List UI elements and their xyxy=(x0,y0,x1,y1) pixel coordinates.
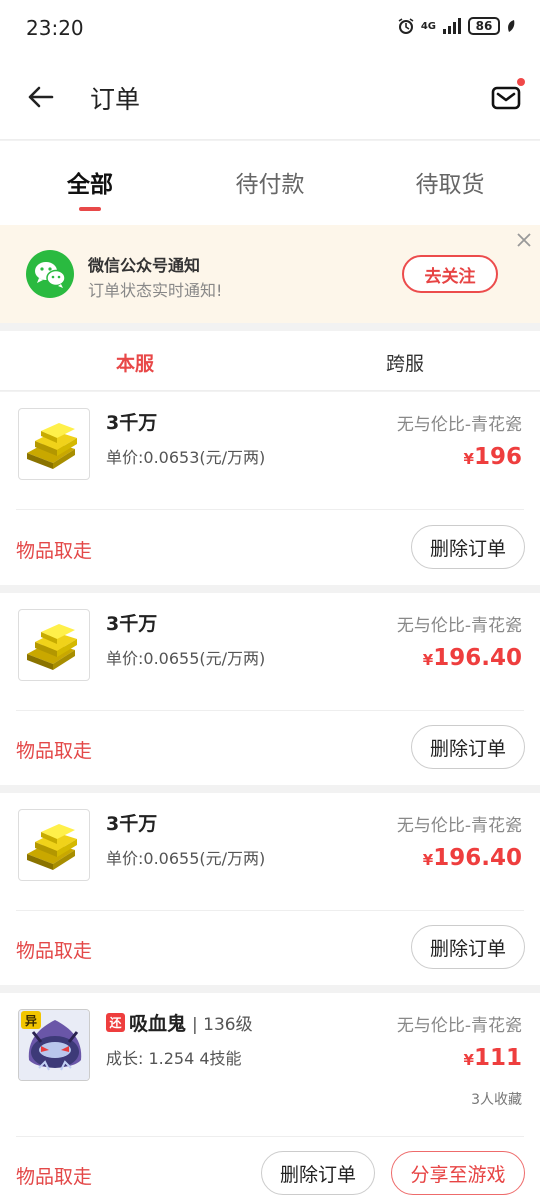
order-card: 3千万 单价:0.0655(元/万两) 无与伦比-青花瓷 ¥196.40 物品取… xyxy=(0,793,540,985)
server-name: 无与伦比-青花瓷 xyxy=(396,816,522,836)
order-card: 3千万 单价:0.0655(元/万两) 无与伦比-青花瓷 ¥196.40 物品取… xyxy=(0,593,540,785)
currency-symbol: ¥ xyxy=(463,450,474,468)
server-name: 无与伦比-青花瓷 xyxy=(396,616,522,636)
order-status: 物品取走 xyxy=(16,740,93,762)
order-status: 物品取走 xyxy=(16,540,93,562)
pet-name-row: 还 吸血鬼 | 136级 xyxy=(106,1009,253,1036)
favorites-count: 3人收藏 xyxy=(471,1092,522,1108)
divider xyxy=(16,1136,524,1137)
order-status: 物品取走 xyxy=(16,940,93,962)
follow-button[interactable]: 去关注 xyxy=(402,255,498,293)
order-price: ¥196 xyxy=(464,444,522,470)
notice-title: 微信公众号通知 xyxy=(88,256,201,275)
item-name: 3千万 xyxy=(106,813,158,835)
price-value: 111 xyxy=(473,1045,522,1071)
unit-price: 单价:0.0655(元/万两) xyxy=(106,649,266,668)
share-to-game-button[interactable]: 分享至游戏 xyxy=(391,1151,525,1195)
pet-growth: 成长: 1.254 4技能 xyxy=(106,1049,242,1068)
status-icons: 4G 86 xyxy=(397,17,516,35)
price-value: 196.40 xyxy=(433,645,522,671)
leaf-icon xyxy=(508,20,515,32)
order-card: 3千万 单价:0.0653(元/万两) 无与伦比-青花瓷 ¥196 物品取走 删… xyxy=(0,392,540,585)
gold-bars-image xyxy=(18,609,90,681)
tab-local-server[interactable]: 本服 xyxy=(0,331,270,390)
unit-price: 单价:0.0655(元/万两) xyxy=(106,849,266,868)
tab-cross-server[interactable]: 跨服 xyxy=(270,331,540,390)
unit-price: 单价:0.0653(元/万两) xyxy=(106,448,266,467)
price-value: 196.40 xyxy=(433,845,522,871)
server-name: 无与伦比-青花瓷 xyxy=(396,1016,522,1036)
vampire-pet-image: 异 xyxy=(18,1009,90,1081)
item-name: 吸血鬼 xyxy=(129,1013,187,1035)
wechat-notice-banner: 微信公众号通知 订单状态实时通知! 去关注 xyxy=(0,225,540,323)
tab-pending-pickup[interactable]: 待取货 xyxy=(360,141,540,225)
order-price: ¥111 xyxy=(464,1045,522,1071)
divider xyxy=(16,509,524,510)
order-card: 异 还 吸血鬼 | 136级 成长: 1.254 4技能 无与伦比-青花瓷 ¥1… xyxy=(0,993,540,1200)
item-name: 3千万 xyxy=(106,613,158,635)
battery-indicator: 86 xyxy=(468,17,500,35)
divider xyxy=(16,910,524,911)
unread-dot xyxy=(517,78,525,86)
page-title: 订单 xyxy=(90,85,141,114)
status-time: 23:20 xyxy=(26,16,84,40)
message-button[interactable] xyxy=(490,78,525,114)
signal-icon xyxy=(443,18,461,34)
tab-all[interactable]: 全部 xyxy=(0,141,180,225)
delete-order-button[interactable]: 删除订单 xyxy=(411,925,525,969)
delete-order-button[interactable]: 删除订单 xyxy=(261,1151,375,1195)
alarm-icon xyxy=(398,18,414,34)
currency-symbol: ¥ xyxy=(422,651,434,669)
order-status: 物品取走 xyxy=(16,1166,93,1188)
currency-symbol: ¥ xyxy=(422,851,434,869)
app-header: 订单 xyxy=(0,58,540,140)
order-price: ¥196.40 xyxy=(423,845,522,871)
network-label: 4G xyxy=(420,20,436,32)
order-price: ¥196.40 xyxy=(423,645,522,671)
tab-pending-payment[interactable]: 待付款 xyxy=(180,141,360,225)
return-tag: 还 xyxy=(106,1013,125,1032)
delete-order-button[interactable]: 删除订单 xyxy=(411,525,525,569)
item-name: 3千万 xyxy=(106,412,158,434)
close-icon[interactable] xyxy=(516,232,532,248)
order-tabs: 全部 待付款 待取货 xyxy=(0,141,540,225)
server-tabs: 本服 跨服 xyxy=(0,331,540,391)
divider xyxy=(16,710,524,711)
mail-icon xyxy=(491,86,521,110)
delete-order-button[interactable]: 删除订单 xyxy=(411,725,525,769)
currency-symbol: ¥ xyxy=(463,1051,474,1069)
pet-level: | 136级 xyxy=(192,1015,253,1035)
price-value: 196 xyxy=(473,444,522,470)
thumb-badge: 异 xyxy=(21,1011,41,1029)
gold-bars-image xyxy=(18,809,90,881)
gold-bars-image xyxy=(18,408,90,480)
notice-subtitle: 订单状态实时通知! xyxy=(88,281,223,300)
server-name: 无与伦比-青花瓷 xyxy=(396,415,522,435)
status-bar: 23:20 4G 86 xyxy=(0,0,540,58)
wechat-icon xyxy=(26,250,74,298)
back-arrow-icon[interactable] xyxy=(24,80,58,114)
